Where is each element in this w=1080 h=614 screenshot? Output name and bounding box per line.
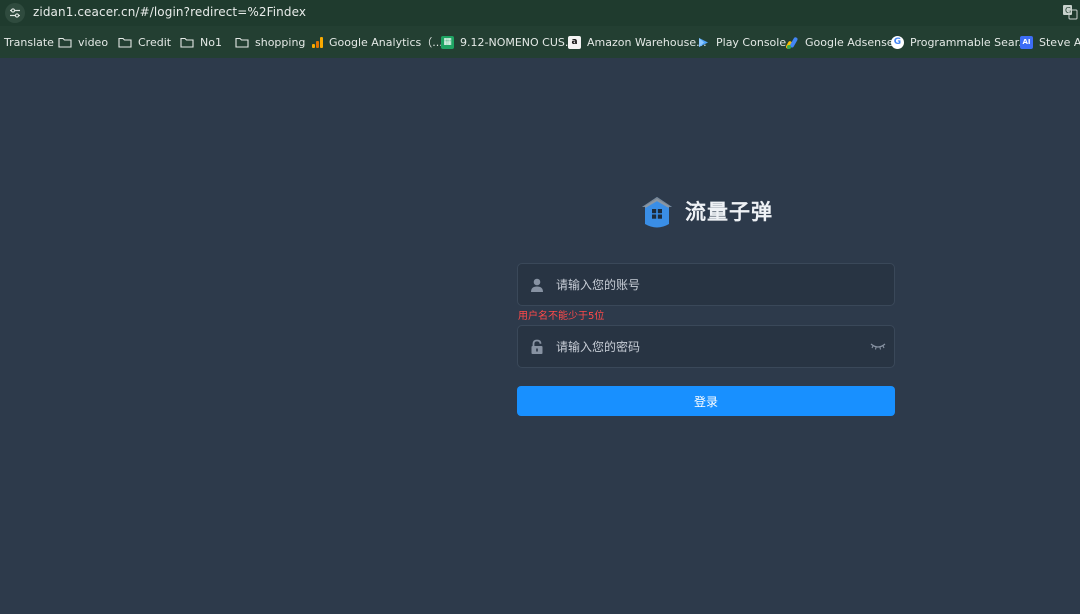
- bookmark-label: Google Adsense: [805, 35, 894, 49]
- bookmark-sheet-nomeno[interactable]: ▦ 9.12-NOMENO CUS...: [441, 26, 575, 58]
- eye-closed-icon[interactable]: [870, 340, 886, 352]
- folder-icon: [180, 37, 194, 48]
- bookmark-label: Play Console: [716, 35, 787, 49]
- bookmarks-bar: Translate video Credit No1 shopping Goog…: [0, 26, 1080, 58]
- sheets-icon: ▦: [441, 35, 454, 49]
- steve-ai-icon: AI: [1020, 35, 1033, 49]
- google-icon: G: [891, 35, 904, 49]
- bookmark-label: No1: [200, 35, 222, 49]
- translate-icon[interactable]: G: [1062, 4, 1078, 20]
- bookmark-label: 9.12-NOMENO CUS...: [460, 35, 576, 49]
- site-info-icon[interactable]: [5, 3, 25, 23]
- username-field[interactable]: [517, 263, 895, 306]
- bookmark-programmable-search[interactable]: G Programmable Sear...: [891, 26, 1029, 58]
- analytics-icon: [312, 36, 323, 48]
- folder-icon: [58, 37, 72, 48]
- adsense-icon: [786, 36, 798, 49]
- bookmark-label: video: [78, 35, 109, 49]
- lock-icon: [531, 339, 543, 354]
- url-text[interactable]: zidan1.ceacer.cn/#/login?redirect=%2Find…: [33, 5, 306, 19]
- bookmark-label: Amazon Warehouse...: [587, 35, 707, 49]
- address-bar: zidan1.ceacer.cn/#/login?redirect=%2Find…: [0, 0, 1080, 26]
- bookmark-label: Credit: [138, 35, 172, 49]
- login-button[interactable]: 登录: [517, 386, 895, 416]
- brand-title: 流量子弹: [685, 200, 773, 224]
- user-icon: [531, 278, 543, 292]
- username-input[interactable]: [556, 264, 856, 305]
- bookmark-folder-video[interactable]: video: [58, 26, 108, 58]
- folder-icon: [118, 37, 132, 48]
- password-field[interactable]: [517, 325, 895, 368]
- amazon-icon: a: [568, 35, 581, 49]
- bookmark-google-analytics[interactable]: Google Analytics（...: [311, 26, 443, 58]
- bookmark-label: Steve AI: [1039, 35, 1080, 49]
- bookmark-translate[interactable]: Translate: [4, 26, 54, 58]
- bookmark-play-console[interactable]: Play Console: [697, 26, 786, 58]
- username-error: 用户名不能少于5位: [518, 311, 605, 322]
- play-console-icon: [699, 37, 708, 47]
- bookmark-label: Translate: [4, 35, 54, 49]
- bookmark-label: Programmable Sear...: [910, 35, 1029, 49]
- password-input[interactable]: [556, 326, 856, 367]
- bookmark-google-adsense[interactable]: Google Adsense: [786, 26, 894, 58]
- bookmark-label: Google Analytics（...: [329, 36, 443, 49]
- house-logo-icon: [642, 197, 672, 228]
- bookmark-folder-shopping[interactable]: shopping: [235, 26, 305, 58]
- bookmark-folder-credit[interactable]: Credit: [118, 26, 171, 58]
- bookmark-steve-ai[interactable]: AI Steve AI: [1020, 26, 1080, 58]
- bookmark-amazon-warehouse[interactable]: a Amazon Warehouse...: [568, 26, 707, 58]
- tune-icon: [10, 8, 20, 18]
- folder-icon: [235, 37, 249, 48]
- bookmark-folder-no1[interactable]: No1: [180, 26, 222, 58]
- bookmark-label: shopping: [255, 35, 306, 49]
